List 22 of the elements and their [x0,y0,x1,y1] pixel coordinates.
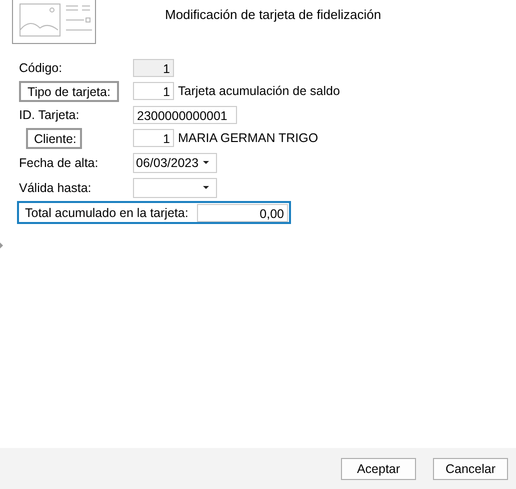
input-field[interactable]: 2300000000001 [133,106,237,124]
input-field: 1 [133,58,174,76]
date-picker[interactable] [133,178,217,198]
dialog-title: Modificación de tarjeta de fidelización [165,7,382,22]
input-field[interactable]: 0,00 [197,204,288,222]
field-label: Válida hasta: [19,180,92,194]
lookup-button[interactable]: Tipo de tarjeta: [19,80,119,102]
input-field[interactable]: 1 [133,82,174,100]
field-label: Código: [19,60,64,74]
dialog-button[interactable]: Cancelar [433,458,508,480]
field-label: Fecha de alta: [19,156,100,170]
dialog-button[interactable]: Aceptar [341,458,416,480]
caret-icon [203,186,209,189]
caret-icon [203,161,209,164]
description-text: Tarjeta acumulación de saldo [178,84,340,98]
field-label: ID. Tarjeta: [19,108,80,122]
date-picker[interactable]: 06/03/2023 [133,152,217,172]
field-label: Total acumulado en la tarjeta: [25,206,190,220]
image-placeholder-icon [12,0,96,44]
description-text: MARIA GERMAN TRIGO [178,131,318,145]
lookup-button[interactable]: Cliente: [26,128,82,148]
input-field[interactable]: 1 [133,129,174,147]
